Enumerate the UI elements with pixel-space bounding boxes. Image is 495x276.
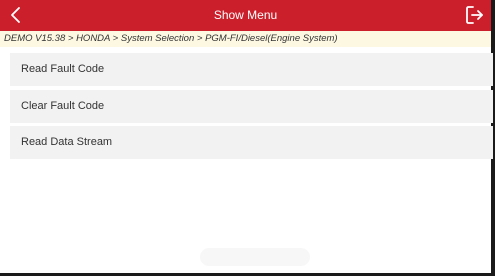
exit-button[interactable] — [464, 4, 486, 26]
menu-item-clear-fault-code[interactable]: Clear Fault Code — [10, 90, 493, 123]
menu-item-read-data-stream[interactable]: Read Data Stream — [10, 126, 493, 159]
screen-frame: Show Menu DEMO V15.38 > HONDA > System S… — [0, 0, 495, 276]
menu-item-read-fault-code[interactable]: Read Fault Code — [10, 53, 493, 86]
back-button[interactable] — [6, 4, 28, 26]
breadcrumb: DEMO V15.38 > HONDA > System Selection >… — [4, 33, 338, 44]
breadcrumb-bar: DEMO V15.38 > HONDA > System Selection >… — [0, 31, 491, 47]
menu-item-label: Clear Fault Code — [21, 100, 105, 112]
menu-item-label: Read Data Stream — [21, 136, 113, 148]
menu-item-label: Read Fault Code — [21, 63, 105, 75]
title-bar: Show Menu — [0, 0, 491, 31]
page-title: Show Menu — [213, 8, 278, 22]
faded-toast — [200, 248, 310, 266]
chevron-left-icon — [11, 7, 20, 23]
exit-icon — [466, 6, 483, 24]
